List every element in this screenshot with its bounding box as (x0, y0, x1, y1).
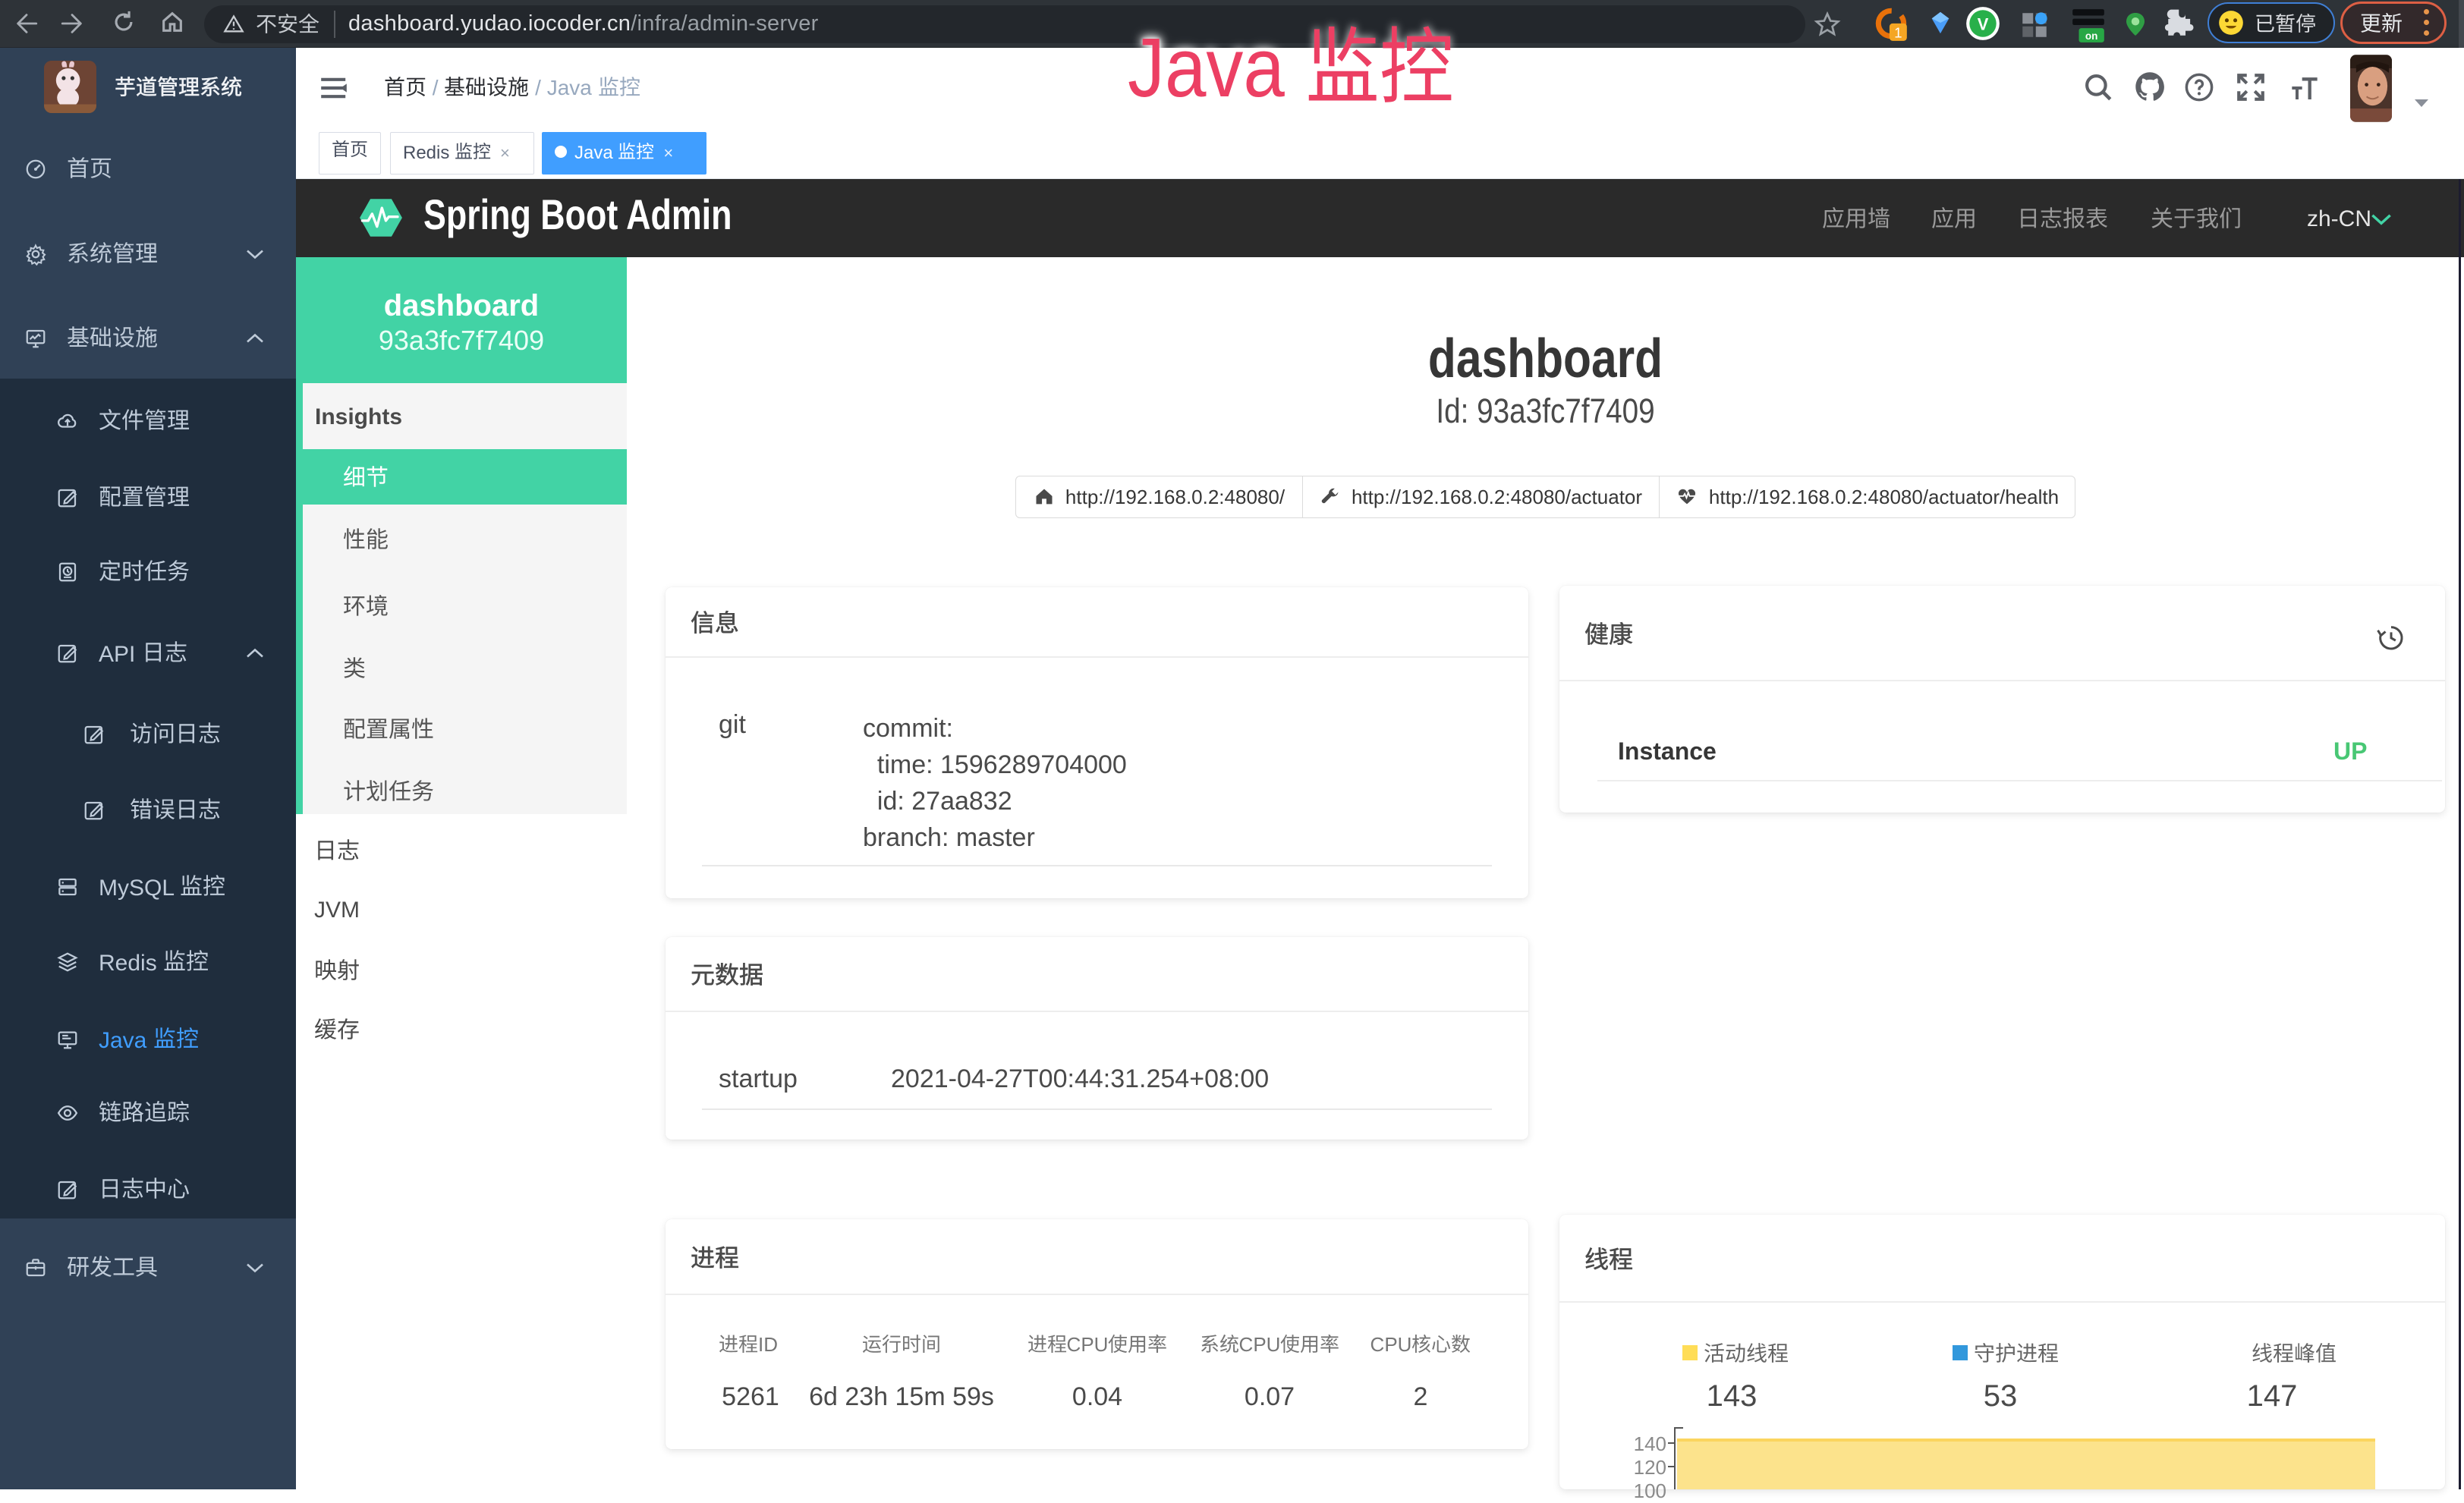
svg-text:V: V (1978, 14, 1989, 33)
svg-text:1: 1 (1894, 25, 1902, 41)
svg-text:on: on (2085, 30, 2098, 42)
